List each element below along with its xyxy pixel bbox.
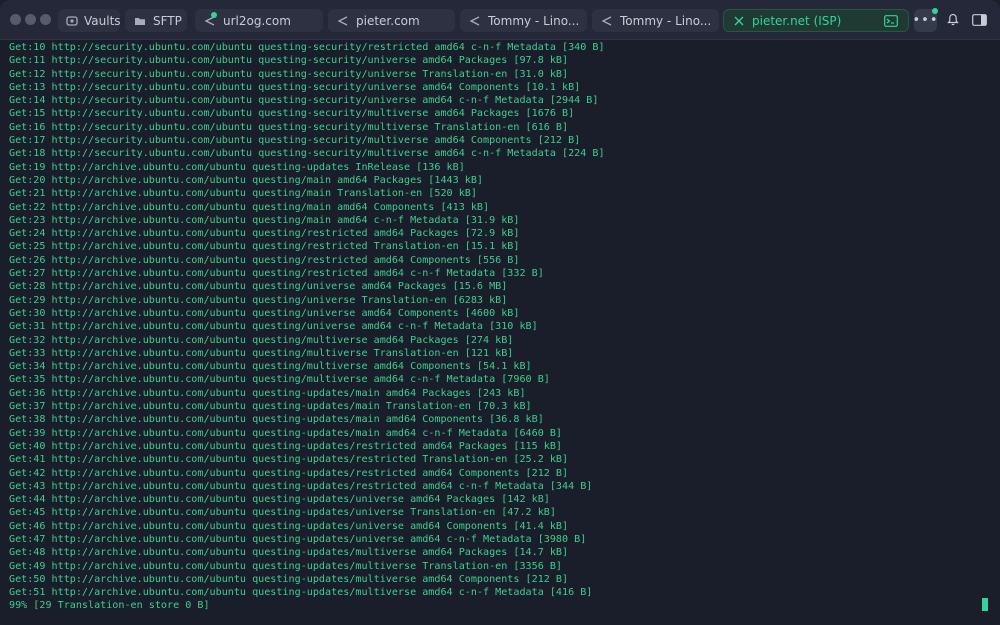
terminal-line: Get:19 http://archive.ubuntu.com/ubuntu …: [9, 161, 465, 173]
host-icon: [468, 14, 482, 28]
terminal-line: Get:46 http://archive.ubuntu.com/ubuntu …: [9, 520, 569, 532]
terminal-output[interactable]: Get:10 http://security.ubuntu.com/ubuntu…: [9, 41, 994, 621]
terminal-line: Get:49 http://archive.ubuntu.com/ubuntu …: [9, 560, 563, 572]
terminal-line: Get:35 http://archive.ubuntu.com/ubuntu …: [9, 374, 550, 386]
terminal-line: Get:14 http://security.ubuntu.com/ubuntu…: [9, 95, 599, 107]
terminal-line: Get:27 http://archive.ubuntu.com/ubuntu …: [9, 268, 544, 280]
terminal-line: Get:44 http://archive.ubuntu.com/ubuntu …: [9, 494, 550, 506]
more-options-button[interactable]: •••: [912, 8, 939, 32]
terminal-line: Get:42 http://archive.ubuntu.com/ubuntu …: [9, 467, 569, 479]
terminal-line: Get:16 http://security.ubuntu.com/ubuntu…: [9, 121, 569, 133]
tab-label: SFTP: [153, 13, 182, 28]
zoom-window-button[interactable]: [40, 14, 51, 25]
terminal-line: Get:45 http://archive.ubuntu.com/ubuntu …: [9, 507, 556, 519]
close-window-button[interactable]: [10, 14, 21, 25]
folder-icon: [133, 14, 147, 28]
tab-label: Vaults: [84, 13, 120, 28]
close-icon[interactable]: [732, 14, 746, 28]
terminal-line: Get:41 http://archive.ubuntu.com/ubuntu …: [9, 454, 569, 466]
tab-label: url2og.com: [223, 13, 291, 28]
tab-label: Tommy - Lino...: [488, 13, 580, 28]
terminal-line: Get:20 http://archive.ubuntu.com/ubuntu …: [9, 174, 484, 186]
host-icon: [600, 14, 614, 28]
terminal-line: Get:18 http://security.ubuntu.com/ubuntu…: [9, 148, 605, 160]
notification-dot: [932, 8, 938, 14]
vault-icon: [66, 14, 78, 28]
terminal-line: Get:23 http://archive.ubuntu.com/ubuntu …: [9, 214, 520, 226]
terminal-line: Get:47 http://archive.ubuntu.com/ubuntu …: [9, 533, 587, 545]
tab-pieter-com[interactable]: pieter.com: [328, 9, 455, 32]
tab-label: pieter.net (ISP): [752, 13, 842, 28]
terminal-line: Get:33 http://archive.ubuntu.com/ubuntu …: [9, 347, 514, 359]
host-icon: [336, 14, 350, 28]
terminal-line: Get:48 http://archive.ubuntu.com/ubuntu …: [9, 547, 569, 559]
sidebar-icon: [972, 11, 987, 30]
terminal-line: Get:32 http://archive.ubuntu.com/ubuntu …: [9, 334, 514, 346]
tab-url2og[interactable]: url2og.com: [195, 9, 323, 32]
terminal-line: Get:34 http://archive.ubuntu.com/ubuntu …: [9, 361, 532, 373]
terminal-line: Get:10 http://security.ubuntu.com/ubuntu…: [9, 42, 605, 53]
status-dot: [211, 12, 217, 18]
terminal-line: Get:25 http://archive.ubuntu.com/ubuntu …: [9, 241, 520, 253]
terminal-line: Get:43 http://archive.ubuntu.com/ubuntu …: [9, 480, 593, 492]
terminal-line: Get:30 http://archive.ubuntu.com/ubuntu …: [9, 307, 520, 319]
terminal-line: Get:38 http://archive.ubuntu.com/ubuntu …: [9, 414, 544, 426]
bell-icon: [946, 11, 959, 30]
terminal-line: Get:37 http://archive.ubuntu.com/ubuntu …: [9, 401, 532, 413]
tab-label: pieter.com: [356, 13, 420, 28]
terminal-line: Get:29 http://archive.ubuntu.com/ubuntu …: [9, 294, 508, 306]
terminal-line: 99% [29 Translation-en store 0 B]: [9, 600, 210, 612]
terminal-window: Vaults SFTP url2og.com pieter.com Tommy …: [0, 0, 1000, 625]
minimize-window-button[interactable]: [25, 14, 36, 25]
tab-tommy-1[interactable]: Tommy - Lino...: [460, 9, 587, 32]
tab-label: Tommy - Lino...: [620, 13, 712, 28]
terminal-line: Get:24 http://archive.ubuntu.com/ubuntu …: [9, 228, 520, 240]
terminal-line: Get:28 http://archive.ubuntu.com/ubuntu …: [9, 281, 508, 293]
terminal-line: Get:31 http://archive.ubuntu.com/ubuntu …: [9, 321, 538, 333]
tab-vaults[interactable]: Vaults: [58, 9, 120, 32]
title-bar: Vaults SFTP url2og.com pieter.com Tommy …: [0, 0, 1000, 40]
terminal-icon: [884, 15, 898, 30]
terminal-line: Get:36 http://archive.ubuntu.com/ubuntu …: [9, 387, 526, 399]
terminal-line: Get:12 http://security.ubuntu.com/ubuntu…: [9, 68, 569, 80]
terminal-line: Get:22 http://archive.ubuntu.com/ubuntu …: [9, 201, 490, 213]
terminal-line: Get:50 http://archive.ubuntu.com/ubuntu …: [9, 573, 569, 585]
tab-tommy-2[interactable]: Tommy - Lino...: [592, 9, 719, 32]
terminal-line: Get:39 http://archive.ubuntu.com/ubuntu …: [9, 427, 563, 439]
terminal-line: Get:11 http://security.ubuntu.com/ubuntu…: [9, 55, 569, 67]
terminal-line: Get:13 http://security.ubuntu.com/ubuntu…: [9, 81, 581, 93]
terminal-line: Get:15 http://security.ubuntu.com/ubuntu…: [9, 108, 575, 120]
toggle-sidebar-button[interactable]: [968, 9, 991, 32]
more-icon: •••: [912, 13, 939, 28]
terminal-line: Get:21 http://archive.ubuntu.com/ubuntu …: [9, 188, 477, 200]
terminal-line: Get:40 http://archive.ubuntu.com/ubuntu …: [9, 440, 563, 452]
tab-pieter-net-isp[interactable]: pieter.net (ISP): [723, 9, 909, 32]
terminal-line: Get:17 http://security.ubuntu.com/ubuntu…: [9, 135, 581, 147]
tab-sftp[interactable]: SFTP: [125, 9, 187, 32]
notifications-button[interactable]: [941, 9, 964, 32]
terminal-cursor: [982, 598, 988, 611]
terminal-line: Get:26 http://archive.ubuntu.com/ubuntu …: [9, 254, 520, 266]
terminal-line: Get:51 http://archive.ubuntu.com/ubuntu …: [9, 587, 593, 599]
